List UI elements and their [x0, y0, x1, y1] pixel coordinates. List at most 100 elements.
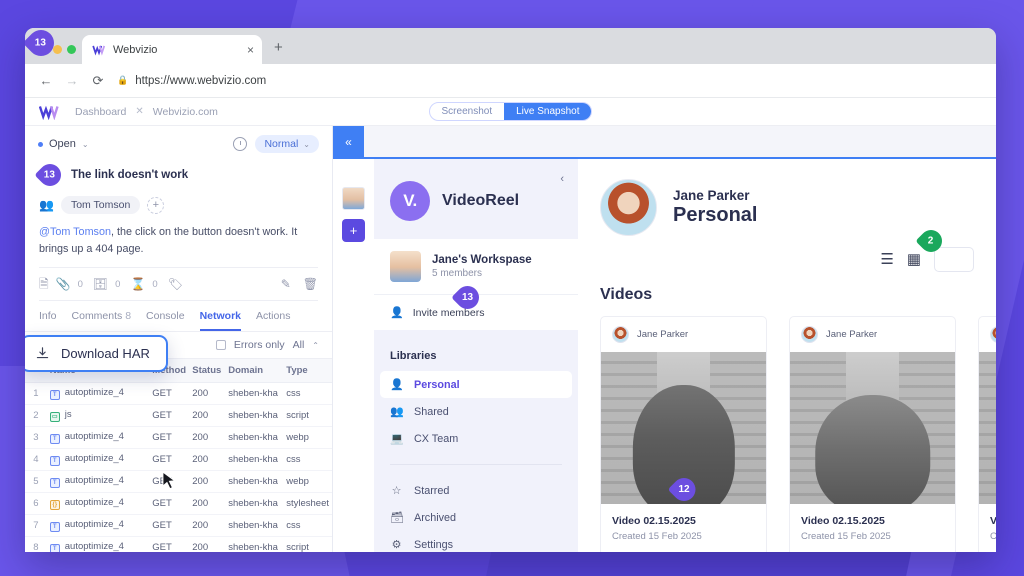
sidebar-item-cx-team[interactable]: 💻 CX Team [374, 425, 578, 452]
row-name: Tautoptimize_4 [46, 426, 150, 450]
file-type-icon: T [49, 456, 60, 467]
sidebar-item-label: CX Team [414, 432, 459, 445]
video-card-footer: Video 02.15.2025 Created 15 Feb 2025 [790, 504, 955, 552]
assignee-chip[interactable]: Tom Tomson [60, 196, 141, 214]
tag-icon[interactable]: 🏷 [168, 278, 183, 290]
breadcrumb-site[interactable]: Webvizio.com [153, 106, 218, 118]
tab-actions-label: Actions [256, 310, 291, 323]
tab-network[interactable]: Network [199, 310, 242, 332]
column-type[interactable]: Type [283, 359, 332, 384]
clock-icon[interactable] [233, 137, 248, 151]
row-type: css [283, 448, 332, 472]
avatar [801, 326, 818, 343]
sidebar-item-archived[interactable]: 🗃 Archived [374, 504, 578, 531]
table-row[interactable]: 3 Tautoptimize_4 GET 200 sheben-kha webp [25, 426, 332, 450]
comment-mention[interactable]: @Tom Tomson [39, 226, 111, 238]
column-domain[interactable]: Domain [225, 359, 284, 384]
attachment-icon[interactable]: 📎 [56, 278, 71, 290]
frame-icon[interactable]: 🗄 [93, 278, 108, 290]
table-row[interactable]: 2 ▭ js GET 200 sheben-kha script [25, 404, 332, 428]
list-view-icon[interactable]: ☰ [880, 252, 893, 267]
add-workspace-button[interactable]: + [342, 219, 365, 242]
table-row[interactable]: 7 Tautoptimize_4 GET 200 sheben-kha css [25, 514, 332, 538]
status-label: Open [49, 138, 76, 150]
webvizio-logo-icon[interactable] [39, 104, 61, 120]
videoreel-brand: V. VideoReel ‹ [374, 159, 578, 239]
tab-actions[interactable]: Actions [256, 310, 290, 331]
column-status[interactable]: Status [189, 359, 226, 384]
video-thumbnail[interactable] [790, 352, 955, 504]
copy-icon[interactable]: 🗎 [39, 278, 49, 290]
sidebar-item-label: Settings [414, 538, 454, 551]
video-card[interactable]: Jane Parker Video 02.15.2025 Created 15 Fe… [978, 316, 996, 552]
invite-members-button[interactable]: 👤 Invite members 13 [374, 281, 578, 330]
maximize-window-button[interactable] [67, 45, 76, 54]
view-toggle-badge[interactable]: 2 [915, 225, 947, 257]
browser-tab[interactable]: Webvizio × [82, 35, 262, 64]
tab-console[interactable]: Console [146, 310, 185, 331]
sidebar-collapse-icon[interactable]: ‹ [560, 173, 564, 185]
table-row[interactable]: 5 Tautoptimize_4 GET 200 sheben-kha webp [25, 470, 332, 494]
tab-comments[interactable]: Comments 8 [72, 310, 132, 331]
sidebar-item-starred[interactable]: ☆ Starred [374, 477, 578, 504]
tab-screenshot[interactable]: Screenshot [430, 103, 505, 120]
close-tab-icon[interactable]: × [247, 44, 254, 56]
download-har-tooltip[interactable]: Download HAR [25, 335, 168, 372]
priority-dropdown[interactable]: Normal ⌄ [255, 135, 319, 153]
row-method: GET [149, 426, 190, 450]
reload-icon[interactable]: ⟳ [91, 73, 105, 89]
tab-live-snapshot[interactable]: Live Snapshot [504, 103, 592, 120]
tab-info[interactable]: Info [39, 310, 57, 331]
grid-view-icon[interactable]: ▦ [907, 252, 921, 267]
sidebar-item-label: Archived [414, 511, 457, 524]
pin-count: 13 [461, 292, 474, 303]
row-type: css [283, 382, 332, 406]
video-card[interactable]: Jane Parker 12 Video 02.15.2025 Created 15 … [600, 316, 767, 552]
table-row[interactable]: 6{} autoptimize_4 GET 200 sheben-kha styleshe… [25, 492, 332, 516]
new-tab-button[interactable]: + [262, 39, 293, 64]
tab-comment-badge[interactable]: 13 [25, 28, 60, 62]
pin-count: 13 [44, 169, 56, 181]
row-method: GET [149, 514, 190, 538]
breadcrumb-dashboard[interactable]: Dashboard [75, 106, 126, 118]
table-row[interactable]: 4 Tautoptimize_4 GET 200 sheben-kha css [25, 448, 332, 472]
row-name: Tautoptimize_4 [46, 514, 150, 538]
url-field[interactable]: 🔒 https://www.webvizio.com [117, 75, 266, 87]
browser-tab-strip: Webvizio × + 13 [25, 28, 996, 64]
forward-icon[interactable]: → [65, 73, 79, 88]
edit-icon[interactable]: ✎ [281, 278, 291, 290]
video-card[interactable]: Jane Parker Video 02.15.2025 Created 15 Fe… [789, 316, 956, 552]
status-dropdown[interactable]: Open ⌄ [38, 138, 89, 150]
add-assignee-button[interactable]: + [147, 196, 165, 214]
table-row[interactable]: 8 Tautoptimize_4 GET 200 sheben-kha script [25, 536, 332, 552]
minimize-window-button[interactable] [53, 45, 62, 54]
back-icon[interactable]: ← [39, 73, 53, 88]
sidebar-item-label: Starred [414, 484, 450, 497]
file-type-icon: T [49, 390, 60, 401]
row-method: GET [149, 448, 190, 472]
video-card-header: Jane Parker [979, 317, 996, 352]
breadcrumb-close-icon[interactable]: ✕ [135, 106, 143, 117]
sidebar-item-shared[interactable]: 👥 Shared [374, 398, 578, 425]
row-name: Tautoptimize_4 [46, 536, 150, 552]
pin-marker: 13 [451, 281, 484, 314]
hourglass-icon[interactable]: ⌛ [130, 278, 145, 290]
row-name: Tautoptimize_4 [46, 448, 150, 472]
video-comment-badge[interactable]: 12 [667, 473, 700, 506]
videoreel-brand-name: VideoReel [442, 192, 520, 209]
invite-comment-badge[interactable]: 13 [451, 281, 484, 314]
sidebar-item-personal[interactable]: 👤 Personal [380, 371, 572, 398]
collapse-panel-button[interactable]: « [333, 126, 364, 157]
delete-icon[interactable]: 🗑 [303, 278, 318, 290]
sidebar-item-settings[interactable]: ⚙ Settings [374, 531, 578, 552]
table-row[interactable]: 1 Tautoptimize_4 GET 200 sheben-kha css [25, 382, 332, 406]
chevron-up-icon[interactable]: ⌃ [312, 341, 319, 350]
avatar[interactable] [342, 187, 365, 210]
row-type: script [283, 404, 332, 428]
errors-only-checkbox[interactable] [215, 340, 226, 351]
type-filter-dropdown[interactable]: All [293, 339, 305, 351]
video-thumbnail[interactable] [979, 352, 996, 504]
sidebar-item-label: Personal [414, 378, 460, 391]
lock-icon: 🔒 [117, 75, 129, 85]
comment-pin-badge[interactable]: 13 [34, 159, 66, 191]
